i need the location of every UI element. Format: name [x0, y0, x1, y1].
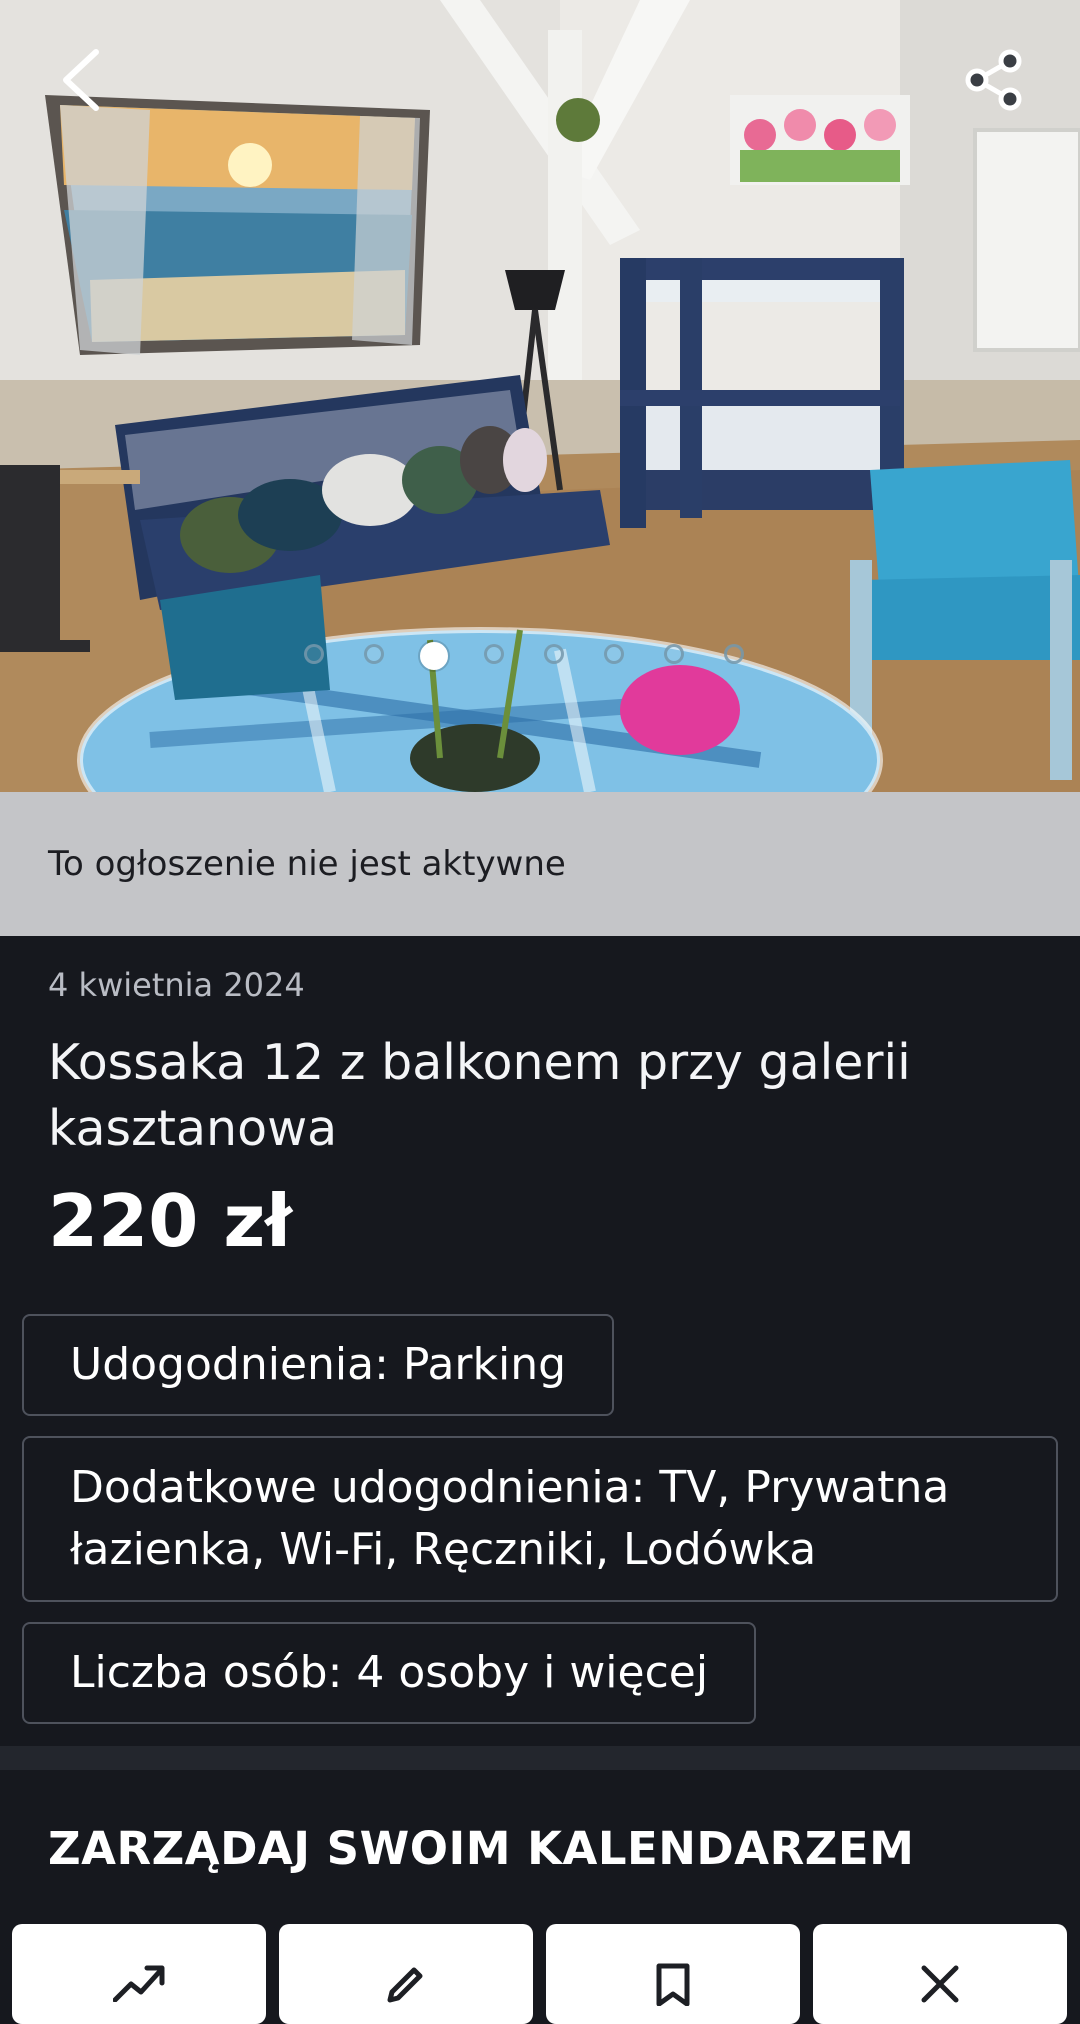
listing-photo[interactable]	[0, 0, 1080, 792]
listing-price: 220 zł	[48, 1179, 292, 1263]
inactive-listing-text: To ogłoszenie nie jest aktywne	[48, 844, 566, 884]
pagination-dot[interactable]	[484, 644, 504, 664]
section-divider	[0, 1746, 1080, 1770]
calendar-section-title: ZARZĄDAJ SWOIM KALENDARZEM	[48, 1822, 915, 1875]
photo-pagination	[0, 642, 1080, 670]
pagination-dot[interactable]	[664, 644, 684, 664]
feature-tag-additional-amenities: Dodatkowe udogodnienia: TV, Prywatna łaz…	[22, 1436, 1058, 1602]
bookmark-icon	[656, 1963, 690, 2006]
feature-tag-guest-count: Liczba osób: 4 osoby i więcej	[22, 1622, 757, 1724]
pagination-dot[interactable]	[724, 644, 744, 664]
listing-title: Kossaka 12 z balkonem przy galerii kaszt…	[48, 1034, 911, 1157]
pagination-dot[interactable]	[604, 644, 624, 664]
share-button[interactable]	[946, 32, 1042, 128]
back-button[interactable]	[36, 32, 132, 128]
feature-tag-text: Udogodnienia: Parking	[70, 1339, 567, 1390]
save-button[interactable]	[546, 1924, 800, 2024]
pagination-dot[interactable]	[364, 644, 384, 664]
deactivate-button[interactable]	[813, 1924, 1067, 2024]
pagination-dot-active[interactable]	[420, 642, 448, 670]
edit-button[interactable]	[279, 1924, 533, 2024]
trending-up-icon	[113, 1965, 165, 2002]
photo-gallery[interactable]	[0, 0, 1080, 792]
feature-tag-text: Liczba osób: 4 osoby i więcej	[70, 1647, 709, 1698]
inactive-listing-banner: To ogłoszenie nie jest aktywne	[0, 792, 1080, 936]
pagination-dot[interactable]	[304, 644, 324, 664]
feature-tag-text: Dodatkowe udogodnienia: TV, Prywatna łaz…	[70, 1462, 950, 1575]
close-icon	[921, 1965, 959, 2003]
chevron-left-icon	[63, 49, 99, 111]
pagination-dot[interactable]	[544, 644, 564, 664]
calendar-action-bar	[12, 1924, 1068, 2024]
feature-tag-amenities: Udogodnienia: Parking	[22, 1314, 615, 1416]
promote-button[interactable]	[12, 1924, 266, 2024]
share-icon	[965, 49, 1022, 111]
pencil-icon	[387, 1967, 423, 2003]
listing-date: 4 kwietnia 2024	[48, 966, 305, 1004]
